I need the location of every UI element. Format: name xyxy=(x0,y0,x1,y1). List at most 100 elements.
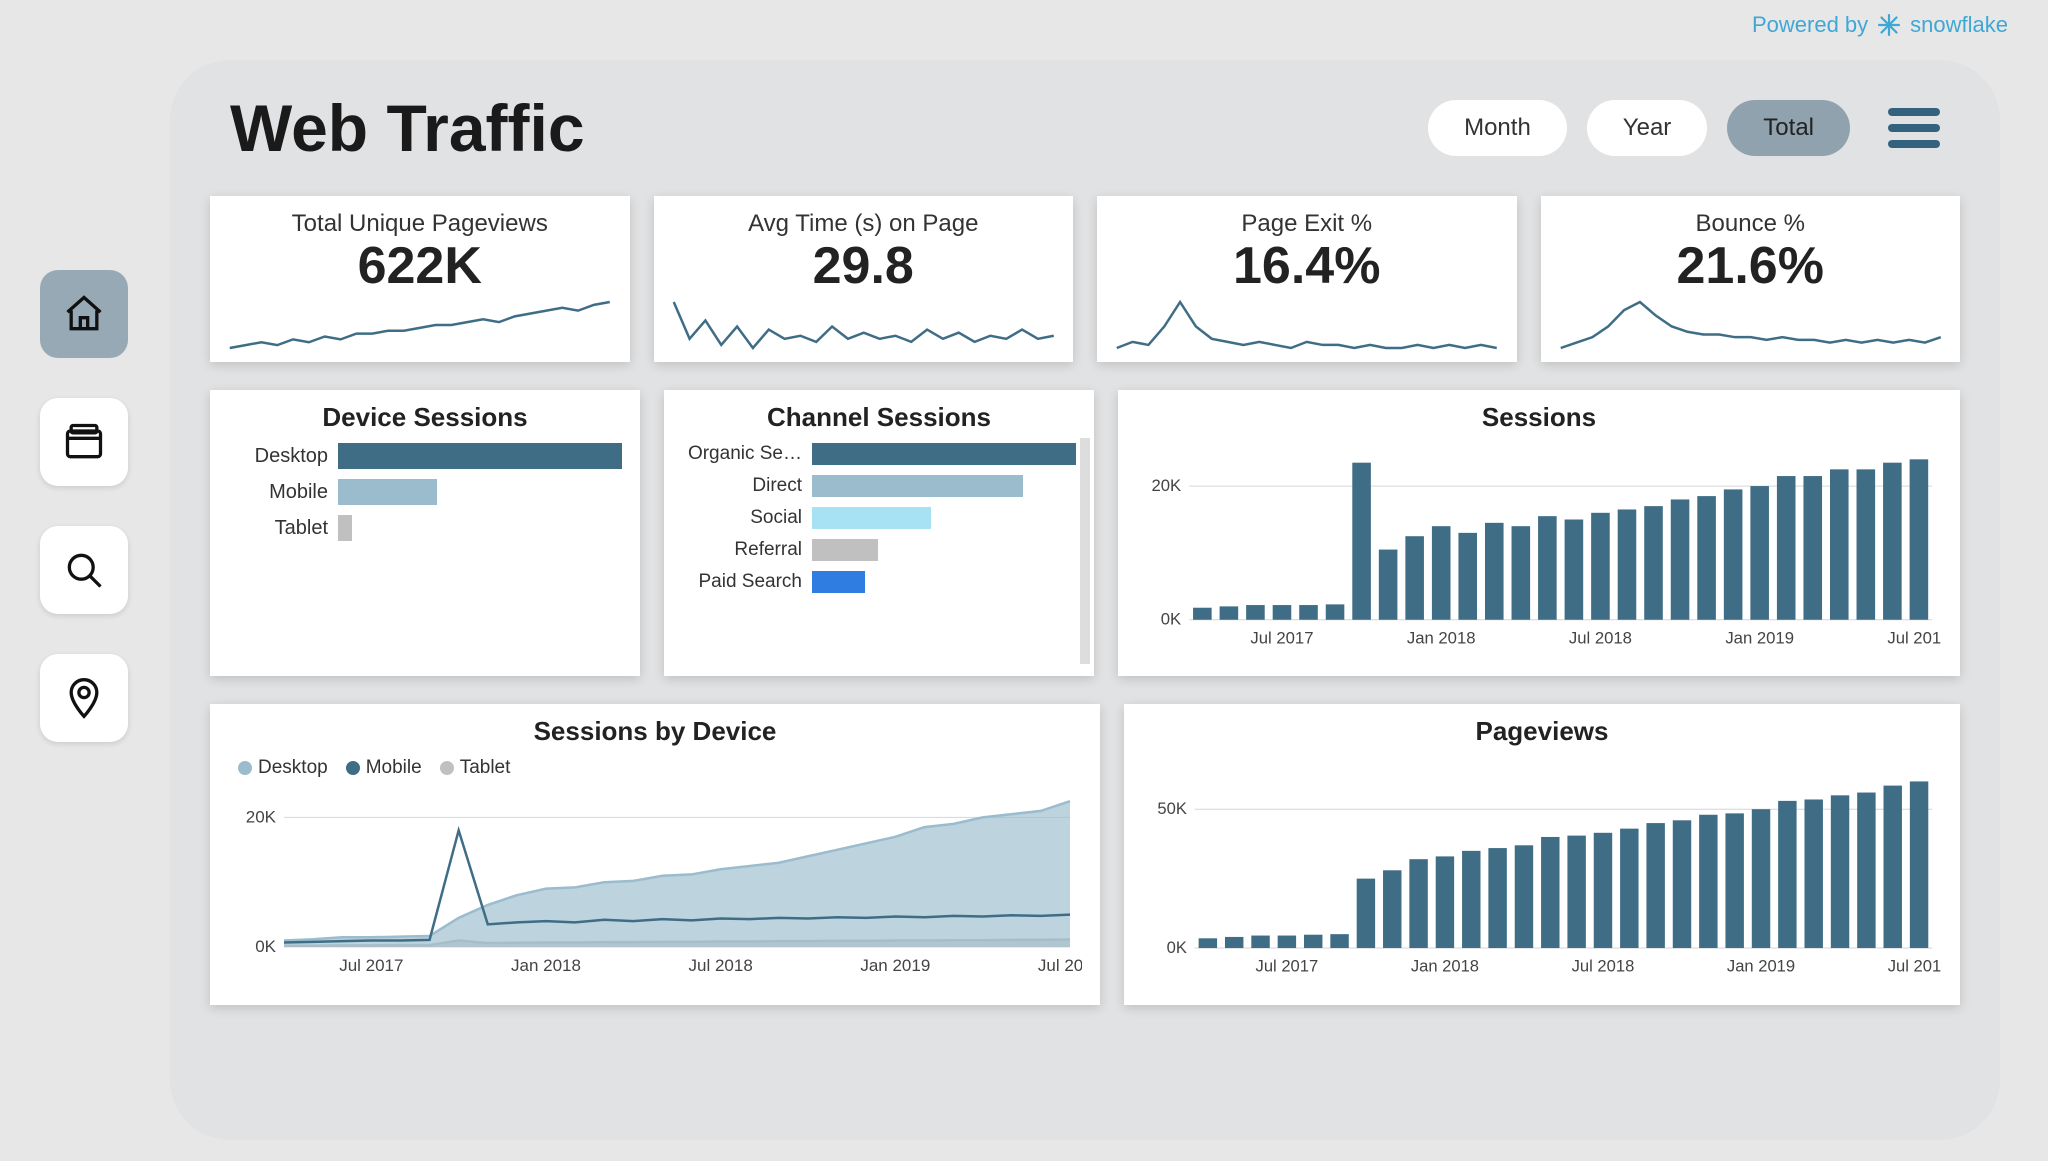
sessions-card: Sessions 0K20KJul 2017Jan 2018Jul 2018Ja… xyxy=(1118,390,1960,676)
svg-text:Jul 2018: Jul 2018 xyxy=(689,956,753,975)
svg-text:Jul 2018: Jul 2018 xyxy=(1572,956,1635,975)
hbar-fill xyxy=(812,507,931,529)
legend-label: Desktop xyxy=(258,757,328,779)
kpi-avgtime: Avg Time (s) on Page 29.8 xyxy=(654,196,1074,362)
svg-text:20K: 20K xyxy=(1152,476,1182,495)
nav-browser[interactable] xyxy=(40,398,128,486)
tab-year[interactable]: Year xyxy=(1587,100,1708,156)
pageviews-card: Pageviews 0K 50K Jul 2017 Jan 2018 Jul 2018 J… xyxy=(1124,704,1960,1005)
brand-label: snowflake xyxy=(1910,12,2008,38)
hbar-track xyxy=(812,507,1076,529)
hbar-track xyxy=(812,443,1076,465)
hbar-row: Tablet xyxy=(228,515,622,541)
svg-text:20K: 20K xyxy=(246,807,277,826)
legend-desktop: Desktop xyxy=(238,757,328,779)
sessions-by-device-card: Sessions by Device Desktop Mobile Tablet… xyxy=(210,704,1100,1005)
hamburger-bar-icon xyxy=(1888,124,1940,132)
hamburger-bar-icon xyxy=(1888,108,1940,116)
svg-text:50K: 50K xyxy=(1157,799,1187,818)
legend-tablet: Tablet xyxy=(440,757,511,779)
hbar-fill xyxy=(812,571,865,593)
tab-total[interactable]: Total xyxy=(1727,100,1850,156)
svg-text:Jan 2018: Jan 2018 xyxy=(1407,628,1476,647)
nav-home[interactable] xyxy=(40,270,128,358)
hbar-row: Referral xyxy=(682,539,1076,561)
browser-icon xyxy=(62,420,106,464)
svg-text:Jul 2019: Jul 2019 xyxy=(1038,956,1082,975)
card-title: Pageviews xyxy=(1142,716,1942,747)
sessions-by-device-chart: 0K20KJul 2017Jan 2018Jul 2018Jan 2019Jul… xyxy=(228,779,1082,979)
svg-text:Jan 2019: Jan 2019 xyxy=(1725,628,1794,647)
kpi-sparkline xyxy=(1559,296,1943,354)
legend-label: Mobile xyxy=(366,757,422,779)
hbar-label: Tablet xyxy=(228,517,338,540)
hbar-fill xyxy=(338,443,622,469)
svg-text:0K: 0K xyxy=(1167,938,1187,957)
legend-mobile: Mobile xyxy=(346,757,422,779)
hbar-track xyxy=(812,539,1076,561)
legend-dot-icon xyxy=(440,761,454,775)
svg-text:Jul 2017: Jul 2017 xyxy=(1256,956,1319,975)
hbar-label: Organic Se… xyxy=(682,443,812,465)
device-sessions-card: Device Sessions Desktop Mobile Tablet xyxy=(210,390,640,676)
tab-month[interactable]: Month xyxy=(1428,100,1567,156)
hbar-row: Desktop xyxy=(228,443,622,469)
kpi-bounce: Bounce % 21.6% xyxy=(1541,196,1961,362)
hbar-label: Direct xyxy=(682,475,812,497)
page-title: Web Traffic xyxy=(230,90,585,166)
kpi-sparkline xyxy=(228,296,612,354)
hbar-fill xyxy=(812,539,878,561)
svg-text:Jul 2019: Jul 2019 xyxy=(1888,956,1942,975)
svg-text:Jan 2018: Jan 2018 xyxy=(511,956,581,975)
kpi-pageviews: Total Unique Pageviews 622K xyxy=(210,196,630,362)
svg-text:Jan 2019: Jan 2019 xyxy=(860,956,930,975)
hbar-row: Organic Se… xyxy=(682,443,1076,465)
legend-label: Tablet xyxy=(460,757,511,779)
kpi-value: 622K xyxy=(358,236,482,296)
hbar-row: Paid Search xyxy=(682,571,1076,593)
kpi-sparkline xyxy=(1115,296,1499,354)
kpi-label: Bounce % xyxy=(1696,210,1805,238)
hbar-track xyxy=(338,443,622,469)
legend-dot-icon xyxy=(346,761,360,775)
hbar-label: Mobile xyxy=(228,481,338,504)
card-title: Sessions by Device xyxy=(228,716,1082,747)
bottom-row: Sessions by Device Desktop Mobile Tablet… xyxy=(210,704,1960,1005)
header: Web Traffic Month Year Total xyxy=(210,90,1960,186)
kpi-sparkline xyxy=(672,296,1056,354)
scrollbar[interactable] xyxy=(1080,438,1090,664)
hbar-label: Social xyxy=(682,507,812,529)
kpi-exit: Page Exit % 16.4% xyxy=(1097,196,1517,362)
channel-bars: Organic Se… Direct Social Referral Paid Sear… xyxy=(682,443,1076,593)
nav-search[interactable] xyxy=(40,526,128,614)
hbar-track xyxy=(812,571,1076,593)
header-controls: Month Year Total xyxy=(1428,100,1940,156)
channel-sessions-card: Channel Sessions Organic Se… Direct Social… xyxy=(664,390,1094,676)
hbar-label: Referral xyxy=(682,539,812,561)
kpi-label: Page Exit % xyxy=(1241,210,1372,238)
card-title: Device Sessions xyxy=(228,402,622,433)
snowflake-icon xyxy=(1876,12,1902,38)
card-title: Channel Sessions xyxy=(682,402,1076,433)
hbar-fill xyxy=(812,475,1023,497)
kpi-value: 16.4% xyxy=(1233,236,1380,296)
hbar-row: Direct xyxy=(682,475,1076,497)
svg-text:Jan 2018: Jan 2018 xyxy=(1411,956,1479,975)
svg-text:0K: 0K xyxy=(1161,610,1181,629)
search-icon xyxy=(62,548,106,592)
home-icon xyxy=(62,292,106,336)
mid-row: Device Sessions Desktop Mobile Tablet Chan… xyxy=(210,390,1960,676)
hbar-fill xyxy=(338,515,352,541)
menu-button[interactable] xyxy=(1888,108,1940,148)
hbar-track xyxy=(338,515,622,541)
nav-location[interactable] xyxy=(40,654,128,742)
pageviews-chart: 0K50KJul 2017Jan 2018Jul 2018Jan 2019Jul… xyxy=(1142,757,1942,982)
pin-icon xyxy=(62,676,106,720)
powered-by: Powered by snowflake xyxy=(1752,12,2008,38)
kpi-value: 21.6% xyxy=(1677,236,1824,296)
hamburger-bar-icon xyxy=(1888,140,1940,148)
sessions-chart: 0K20KJul 2017Jan 2018Jul 2018Jan 2019Jul… xyxy=(1136,443,1942,653)
hbar-fill xyxy=(812,443,1076,465)
svg-text:Jul 2017: Jul 2017 xyxy=(1250,628,1313,647)
svg-text:Jul 2017: Jul 2017 xyxy=(339,956,403,975)
